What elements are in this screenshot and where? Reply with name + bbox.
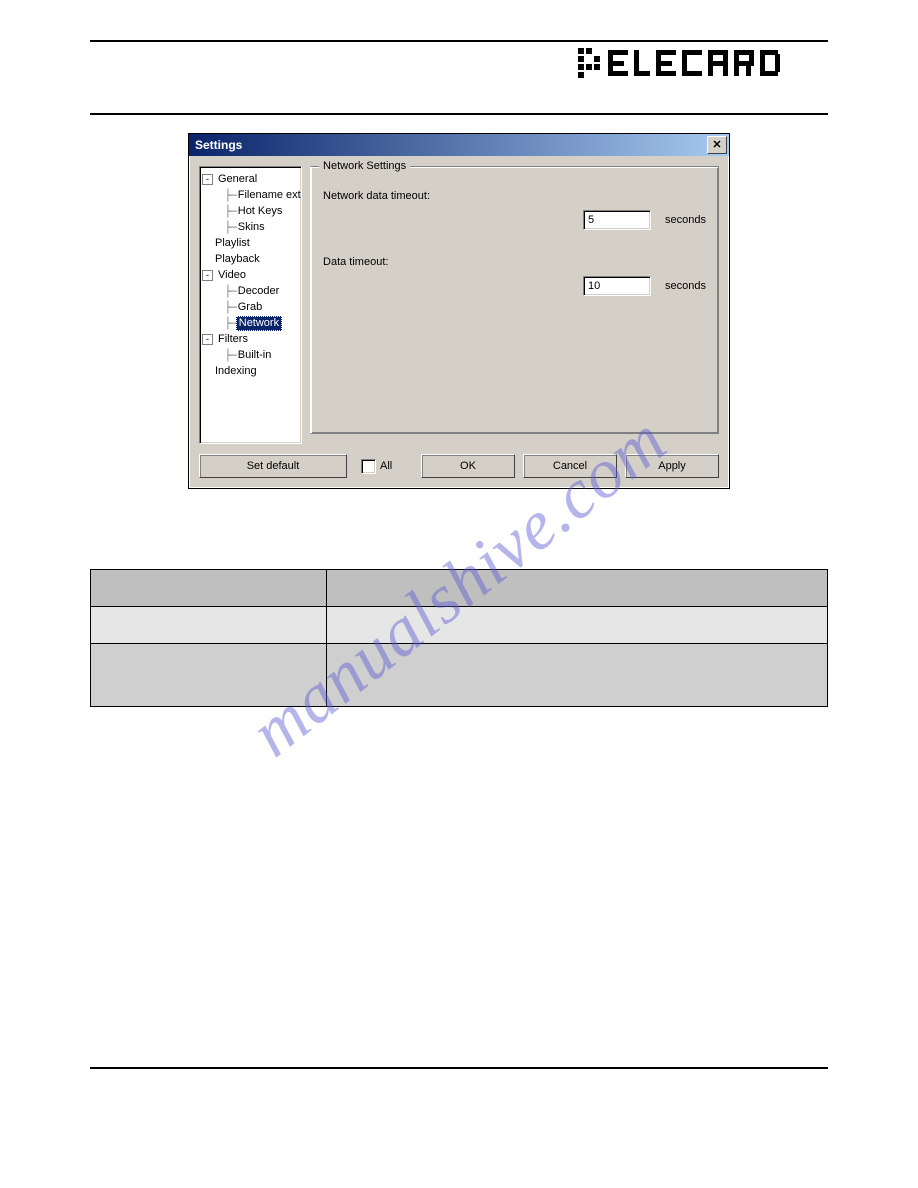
all-checkbox[interactable] xyxy=(361,459,376,474)
tree-item-playlist[interactable]: Playlist xyxy=(202,235,299,251)
network-settings-group: Network Settings Network data timeout: 5… xyxy=(310,166,719,434)
tree-item-label: Filters xyxy=(216,333,250,345)
tree-item-filters[interactable]: -Filters xyxy=(202,331,299,347)
tree-item-network[interactable]: ├─Network xyxy=(202,315,299,331)
tree-item-label: Hot Keys xyxy=(236,205,285,217)
tree-branch-icon: ├─ xyxy=(202,189,236,202)
settings-dialog: Settings ✕ -General ├─Filename extension… xyxy=(188,133,730,489)
tree-branch-icon: ├─ xyxy=(202,349,236,362)
table-cell xyxy=(91,607,327,644)
tree-branch-icon: ├─ xyxy=(202,205,236,218)
network-data-timeout-row: Network data timeout: xyxy=(323,185,706,207)
table-cell xyxy=(326,644,827,707)
tree-branch-icon: ├─ xyxy=(202,317,236,330)
tree-item-label: Skins xyxy=(236,221,267,233)
seconds-label: seconds xyxy=(665,214,706,226)
table-cell xyxy=(326,607,827,644)
elecard-logo xyxy=(578,48,828,83)
table-header-right xyxy=(326,570,827,607)
tree-item-filename-extension[interactable]: ├─Filename extension xyxy=(202,187,299,203)
close-icon[interactable]: ✕ xyxy=(707,136,727,154)
tree-item-video[interactable]: -Video xyxy=(202,267,299,283)
ok-button[interactable]: OK xyxy=(421,454,515,478)
settings-screenshot: Settings ✕ -General ├─Filename extension… xyxy=(188,133,730,489)
table-row xyxy=(91,644,828,707)
tree-branch-icon: ├─ xyxy=(202,301,236,314)
tree-item-label: Decoder xyxy=(236,285,282,297)
tree-item-label: Indexing xyxy=(213,365,259,377)
tree-item-label: Grab xyxy=(236,301,264,313)
tree-item-built-in[interactable]: ├─Built-in xyxy=(202,347,299,363)
all-checkbox-label: All xyxy=(380,460,392,472)
description-table xyxy=(90,569,828,707)
titlebar[interactable]: Settings ✕ xyxy=(189,134,729,156)
table-cell xyxy=(91,644,327,707)
tree-item-decoder[interactable]: ├─Decoder xyxy=(202,283,299,299)
tree-item-playback[interactable]: Playback xyxy=(202,251,299,267)
tree-item-label: Playback xyxy=(213,253,262,265)
table-row xyxy=(91,607,828,644)
tree-item-general[interactable]: -General xyxy=(202,171,299,187)
header-rule-top xyxy=(90,40,828,42)
data-timeout-input[interactable]: 10 xyxy=(583,276,651,296)
dialog-button-bar: Set default All OK Cancel Apply xyxy=(189,450,729,488)
tree-item-label: Network xyxy=(236,316,282,331)
tree-item-skins[interactable]: ├─Skins xyxy=(202,219,299,235)
network-data-timeout-label: Network data timeout: xyxy=(323,190,473,202)
group-legend: Network Settings xyxy=(319,160,410,172)
collapse-icon[interactable]: - xyxy=(202,174,213,185)
cancel-button[interactable]: Cancel xyxy=(523,454,617,478)
tree-item-grab[interactable]: ├─Grab xyxy=(202,299,299,315)
apply-button[interactable]: Apply xyxy=(625,454,719,478)
data-timeout-row: Data timeout: xyxy=(323,251,706,273)
tree-branch-icon: ├─ xyxy=(202,285,236,298)
collapse-icon[interactable]: - xyxy=(202,334,213,345)
dialog-title: Settings xyxy=(195,138,707,152)
network-data-timeout-input[interactable]: 5 xyxy=(583,210,651,230)
data-timeout-label: Data timeout: xyxy=(323,256,473,268)
table-header-row xyxy=(91,570,828,607)
tree-item-label: General xyxy=(216,173,259,185)
tree-item-label: Built-in xyxy=(236,349,274,361)
header-rule-bottom xyxy=(90,113,828,115)
set-default-button[interactable]: Set default xyxy=(199,454,347,478)
tree-item-indexing[interactable]: Indexing xyxy=(202,363,299,379)
table-header-left xyxy=(91,570,327,607)
tree-item-label: Filename extension xyxy=(236,189,302,201)
tree-item-label: Playlist xyxy=(213,237,252,249)
tree-item-hot-keys[interactable]: ├─Hot Keys xyxy=(202,203,299,219)
seconds-label: seconds xyxy=(665,280,706,292)
logo-row xyxy=(90,48,828,83)
collapse-icon[interactable]: - xyxy=(202,270,213,281)
footer-rule xyxy=(90,1067,828,1069)
tree-branch-icon: ├─ xyxy=(202,221,236,234)
settings-tree[interactable]: -General ├─Filename extension ├─Hot Keys… xyxy=(199,166,302,444)
tree-item-label: Video xyxy=(216,269,248,281)
